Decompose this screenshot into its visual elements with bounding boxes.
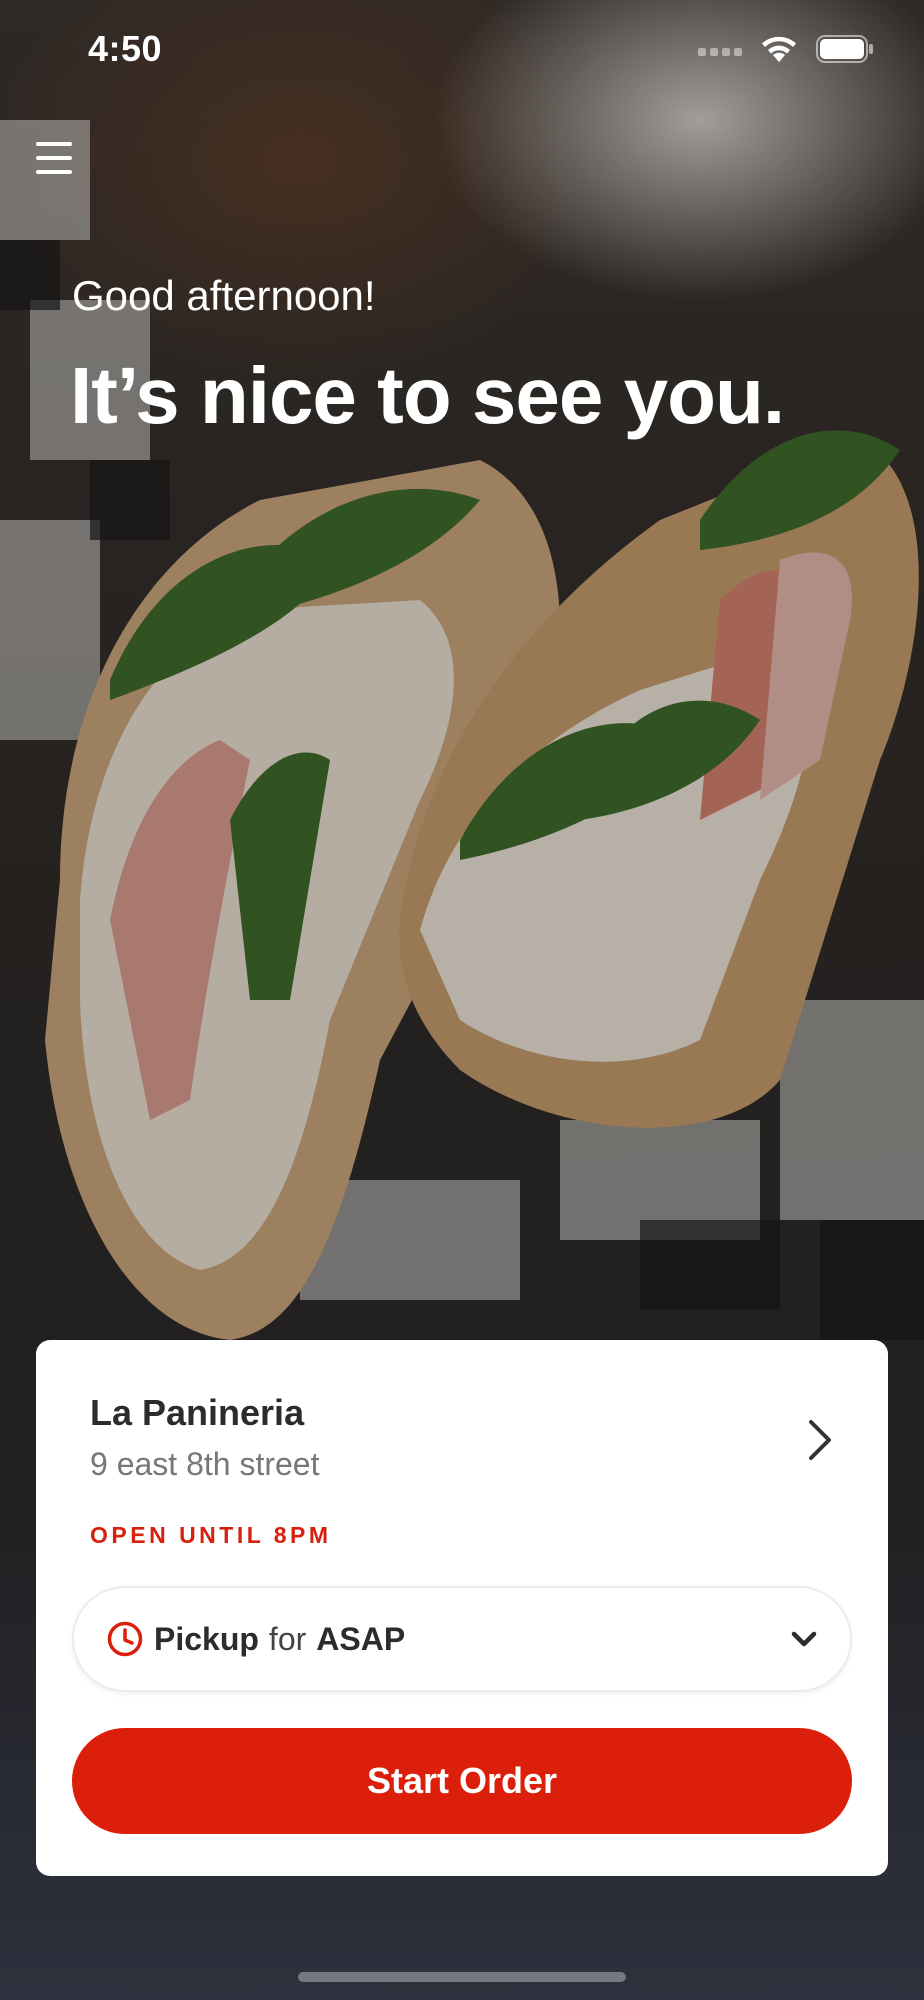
status-bar: 4:50 bbox=[0, 0, 924, 100]
home-indicator[interactable] bbox=[298, 1972, 626, 1982]
status-time: 4:50 bbox=[88, 28, 163, 69]
menu-line bbox=[36, 142, 72, 146]
order-mode-text: Pickup for ASAP bbox=[154, 1621, 405, 1658]
chevron-down-icon bbox=[791, 1631, 817, 1647]
status-icons bbox=[698, 34, 874, 64]
store-hours-status: OPEN UNTIL 8PM bbox=[90, 1522, 332, 1548]
clock-icon bbox=[107, 1621, 143, 1657]
menu-line bbox=[36, 170, 72, 174]
store-name: La Panineria bbox=[90, 1392, 305, 1433]
order-mode-select[interactable]: Pickup for ASAP bbox=[72, 1586, 852, 1692]
chevron-right-icon[interactable] bbox=[800, 1412, 840, 1468]
signal-icon bbox=[698, 48, 742, 56]
menu-line bbox=[36, 156, 72, 160]
wifi-icon bbox=[762, 36, 796, 62]
hamburger-menu-icon[interactable] bbox=[34, 140, 74, 176]
battery-icon bbox=[816, 35, 873, 63]
order-mode-time: ASAP bbox=[316, 1620, 406, 1657]
start-order-button[interactable]: Start Order bbox=[72, 1728, 852, 1834]
greeting-subtitle: Good afternoon! bbox=[72, 272, 376, 319]
store-address: 9 east 8th street bbox=[90, 1446, 320, 1482]
greeting-title: It’s nice to see you. bbox=[70, 351, 785, 440]
order-mode-type: Pickup bbox=[154, 1620, 259, 1657]
store-card: La Panineria 9 east 8th street OPEN UNTI… bbox=[36, 1340, 888, 1876]
order-mode-connector: for bbox=[268, 1620, 307, 1657]
